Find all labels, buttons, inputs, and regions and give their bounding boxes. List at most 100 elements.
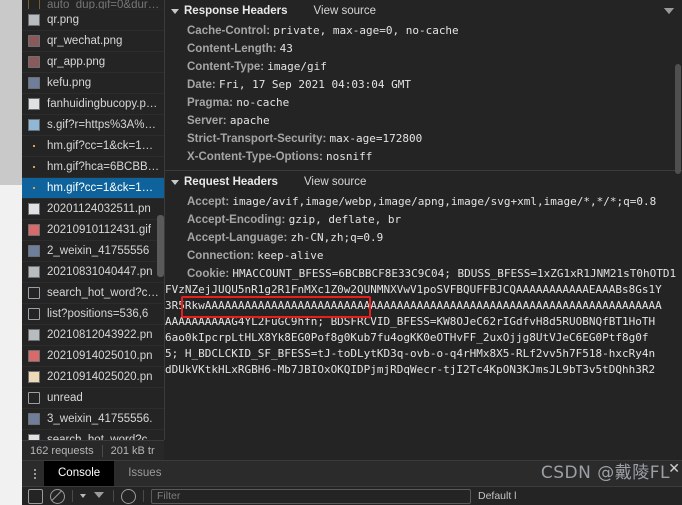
request-row[interactable]: 20210812043922.pn xyxy=(22,325,164,346)
request-row[interactable]: search_hot_word?c… xyxy=(22,430,164,440)
header-row: Connection: keep-alive xyxy=(165,247,682,265)
request-name: 20210831040447.pn xyxy=(47,266,153,278)
request-row[interactable]: 20210910112431.gif xyxy=(22,220,164,241)
document-icon xyxy=(28,392,40,404)
request-view-source-link[interactable]: View source xyxy=(304,176,366,188)
request-name: fanhuidingbucopy.p… xyxy=(47,98,158,110)
detail-pane-scrollbar[interactable] xyxy=(675,64,681,174)
request-name: 2_weixin_41755556 xyxy=(47,245,150,257)
tab-issues[interactable]: Issues xyxy=(114,461,175,486)
request-name: 20201124032511.pn xyxy=(47,203,151,215)
tab-console[interactable]: Console xyxy=(44,461,115,486)
header-row: Content-Type: image/gif xyxy=(165,58,682,76)
request-row[interactable]: 3_weixin_41755556. xyxy=(22,409,164,430)
request-name: 3_weixin_41755556. xyxy=(47,413,153,425)
image-red-icon xyxy=(28,35,40,47)
header-value: 43 xyxy=(279,42,293,55)
image-red-icon xyxy=(28,56,40,68)
chevron-down-icon[interactable] xyxy=(171,179,179,185)
more-options-icon[interactable] xyxy=(26,461,44,486)
request-row[interactable]: hm.gif?hca=6BCBB… xyxy=(22,157,164,178)
dot-icon xyxy=(28,140,40,152)
request-name: s.gif?r=https%3A%… xyxy=(47,119,156,131)
header-row: Strict-Transport-Security: max-age=17280… xyxy=(165,130,682,148)
header-row: Cache-Control: private, max-age=0, no-ca… xyxy=(165,22,682,40)
cookie-value-line: 5; H_BDCLCKID_SF_BFESS=tJ-toDLytKD3q-ovb… xyxy=(165,347,656,360)
image-white-icon xyxy=(28,203,40,215)
dot-icon xyxy=(28,182,40,194)
network-request-list[interactable]: auto_dup.gif=0&dur… qr.png qr_wechat.png qr… xyxy=(22,0,165,440)
header-row: Date: Fri, 17 Sep 2021 04:03:04 GMT xyxy=(165,76,682,94)
request-name: kefu.png xyxy=(47,77,92,89)
header-value: image/avif,image/webp,image/apng,image/s… xyxy=(232,195,657,208)
toolbar-divider xyxy=(143,490,144,502)
request-row-selected[interactable]: hm.gif?cc=1&ck=1… xyxy=(22,178,164,199)
document-icon xyxy=(28,308,40,320)
cookie-value-line: HMACCOUNT_BFESS=6BCBBCF8E33C9C04; BDUSS_… xyxy=(232,267,677,280)
cookie-value-line: FVzNZejJUQU5nR1g2R1FnMXc1Z0w2QUNMNXVwV1p… xyxy=(165,283,662,296)
response-headers-title: Response Headers xyxy=(184,5,288,17)
cookie-value-line: 3R5RkwAAAAAAAAAAAAAAAAAAAAAAAAAAAAAAAAAA… xyxy=(165,299,662,312)
console-filter-input[interactable]: Filter xyxy=(151,488,471,504)
header-name: Content-Length: xyxy=(187,43,280,55)
status-divider xyxy=(101,445,103,457)
header-value: zh-CN,zh;q=0.9 xyxy=(290,231,384,244)
chevron-down-icon[interactable] xyxy=(171,8,179,14)
network-status-bar: 162 requests 201 kB tr xyxy=(22,440,164,461)
request-row[interactable]: search_hot_word?c… xyxy=(22,283,164,304)
request-row[interactable]: list?positions=536,6 xyxy=(22,304,164,325)
header-value: nosniff xyxy=(326,150,373,163)
headers-detail-pane: Response Headers View source Cache-Contr… xyxy=(165,0,682,440)
request-row[interactable]: qr.png xyxy=(22,10,164,31)
request-row[interactable]: qr_wechat.png xyxy=(22,31,164,52)
header-value: gzip, deflate, br xyxy=(288,213,402,226)
request-name: unread xyxy=(47,392,83,404)
request-row[interactable]: auto_dup.gif=0&dur… xyxy=(22,0,164,10)
request-row[interactable]: unread xyxy=(22,388,164,409)
page-scrollbar[interactable] xyxy=(0,0,22,185)
header-row: Pragma: no-cache xyxy=(165,94,682,112)
request-row[interactable]: 20210914025010.pn xyxy=(22,346,164,367)
header-name: X-Content-Type-Options: xyxy=(187,151,327,163)
live-expression-icon[interactable] xyxy=(121,488,136,504)
request-row[interactable]: s.gif?r=https%3A%… xyxy=(22,115,164,136)
request-headers-section-header[interactable]: Request Headers View source xyxy=(165,8,682,193)
toolbar-divider xyxy=(113,490,114,502)
request-row[interactable]: 20210831040447.pn xyxy=(22,262,164,283)
request-list-scrollbar[interactable] xyxy=(157,215,164,277)
image-cream-icon xyxy=(28,371,40,383)
request-row[interactable]: 20210914025020.pn xyxy=(22,367,164,388)
request-row[interactable]: 20201124032511.pn xyxy=(22,199,164,220)
image-pink-icon xyxy=(28,350,40,362)
request-row[interactable]: fanhuidingbucopy.p… xyxy=(22,94,164,115)
header-name: Cache-Control: xyxy=(187,25,274,37)
response-view-source-link[interactable]: View source xyxy=(314,5,376,17)
log-levels-label: Default l xyxy=(478,490,517,502)
cookie-header-name: Cookie: xyxy=(187,268,230,280)
context-selector-icon[interactable] xyxy=(80,494,86,498)
header-name: Server: xyxy=(187,115,230,127)
filter-icon[interactable] xyxy=(93,490,106,503)
clear-console-icon[interactable] xyxy=(50,488,65,504)
close-icon[interactable]: ✕ xyxy=(668,460,680,477)
document-icon xyxy=(28,287,40,299)
request-name: hm.gif?cc=1&ck=1… xyxy=(47,182,154,194)
response-headers-section-header[interactable]: Response Headers View source xyxy=(165,0,682,22)
request-row[interactable]: kefu.png xyxy=(22,73,164,94)
console-toolbar: Filter Default l xyxy=(22,487,682,505)
log-levels-selector[interactable]: Default l xyxy=(478,490,517,502)
request-row[interactable]: 2_weixin_41755556 xyxy=(22,241,164,262)
pane-collapse-icon[interactable] xyxy=(664,8,674,14)
header-row: Accept-Encoding: gzip, deflate, br xyxy=(165,211,682,229)
request-row[interactable]: hm.gif?cc=1&ck=1… xyxy=(22,136,164,157)
dot-icon xyxy=(28,161,40,173)
toolbar-divider xyxy=(72,490,73,502)
cookie-value-line: 6ao0kIpcrpLtHLX8Yk8EG0Pof8g0Kub7fu4ogKK0… xyxy=(165,331,649,344)
header-name: Accept-Language: xyxy=(187,232,291,244)
request-name: qr.png xyxy=(47,14,79,26)
request-headers-title: Request Headers xyxy=(184,176,278,188)
console-sidebar-icon[interactable] xyxy=(28,488,43,504)
header-value: private, max-age=0, no-cache xyxy=(273,24,459,37)
request-row[interactable]: qr_app.png xyxy=(22,52,164,73)
cookie-header-row: Cookie: HMACCOUNT_BFESS=6BCBBCF8E33C9C04… xyxy=(165,265,682,379)
